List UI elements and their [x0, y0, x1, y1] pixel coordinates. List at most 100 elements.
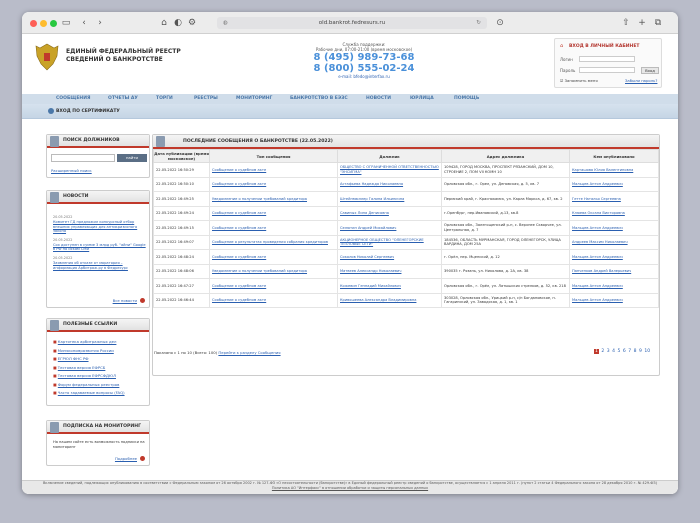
column-header: Должник [337, 149, 442, 163]
useful-link[interactable]: ■ ЕГРЮЛ ФНС РФ [53, 355, 125, 364]
site-header: ЕДИНЫЙ ФЕДЕРАЛЬНЫЙ РЕЕСТР СВЕДЕНИЙ О БАН… [22, 34, 678, 94]
nav-help[interactable]: ПОМОЩЬ [454, 94, 479, 104]
certificate-login-bar: ВХОД ПО СЕРТИФИКАТУ [22, 104, 678, 119]
close-window-button[interactable] [30, 20, 37, 27]
arrow-icon[interactable] [140, 456, 145, 461]
column-header: Дата публикации (время московское) [153, 149, 210, 163]
column-header: Тип сообщения [209, 149, 338, 163]
zoom-window-button[interactable] [50, 20, 57, 27]
search-panel: ПОИСК ДОЛЖНИКОВ найти Расширенный поиск [46, 134, 150, 178]
url-text: old.bankrot.fedresurs.ru [318, 20, 386, 26]
new-tab-icon[interactable]: + [636, 17, 648, 29]
login-input[interactable] [579, 56, 635, 62]
reload-icon[interactable]: ↻ [476, 17, 481, 29]
monitoring-title: ПОДПИСКА НА МОНИТОРИНГ [63, 424, 141, 429]
login-button[interactable]: Вход [641, 67, 659, 74]
table-row: 22.05.2022 16:49:15 Сообщение о судебном … [153, 220, 659, 236]
nav-bankruptcy-eaeu[interactable]: БАНКРОТСТВО В ЕЭЗС [290, 94, 348, 104]
certificate-login-link[interactable]: ВХОД ПО СЕРТИФИКАТУ [56, 104, 120, 119]
monitoring-panel: ПОДПИСКА НА МОНИТОРИНГ На нашем сайте ес… [46, 420, 150, 466]
nav-news[interactable]: НОВОСТИ [366, 94, 391, 104]
news-item[interactable]: Комитет ГД предложил конкурсный отбор вн… [53, 220, 147, 234]
page-link[interactable]: 10 [644, 349, 650, 354]
nav-reports[interactable]: ОТЧЕТЫ АУ [108, 94, 138, 104]
table-row: 22.05.2022 16:49:07 Сообщение о результат… [153, 234, 659, 250]
page-link[interactable]: 8 [634, 349, 637, 354]
all-news-link[interactable]: Все новости [113, 298, 137, 303]
site-title[interactable]: ЕДИНЫЙ ФЕДЕРАЛЬНЫЙ РЕЕСТР СВЕДЕНИЙ О БАН… [66, 48, 181, 64]
news-item[interactable]: Сох доступен в сумме 3 млрд руб. "айпи" … [53, 243, 147, 252]
login-title: ВХОД В ЛИЧНЫЙ КАБИНЕТ [569, 44, 640, 49]
minimize-window-button[interactable] [40, 20, 47, 27]
browser-window: ▭ ‹ › ⌂ ◐ ⚙ ◍ old.bankrot.fedresurs.ru ↻… [22, 12, 678, 494]
news-date: 20.05.2022 [53, 255, 73, 260]
page-link[interactable]: 9 [639, 349, 642, 354]
useful-link[interactable]: ■ Минэкономразвития России [53, 347, 125, 356]
news-date: 20.05.2022 [53, 237, 73, 242]
forgot-password-link[interactable]: Забыли пароль? [625, 78, 657, 83]
nav-trades[interactable]: ТОРГИ [156, 94, 173, 104]
useful-link[interactable]: ■ Тестовая версия ЕФРСБ [53, 364, 125, 373]
page-link[interactable]: 1 [594, 349, 599, 354]
back-icon[interactable]: ‹ [78, 17, 90, 29]
news-item[interactable]: Заявления об отказе от моратория – инфор… [53, 261, 147, 270]
news-date: 20.05.2022 [53, 215, 73, 219]
home-icon[interactable]: ⌂ [158, 17, 170, 29]
tab-overview-icon[interactable]: ⧉ [652, 17, 664, 29]
advanced-search-link[interactable]: Расширенный поиск [51, 168, 92, 173]
page-link[interactable]: 3 [607, 349, 610, 354]
nav-registries[interactable]: РЕЕСТРЫ [194, 94, 218, 104]
address-bar[interactable]: ◍ old.bankrot.fedresurs.ru ↻ [217, 17, 487, 29]
extension-icon[interactable]: ⊙ [494, 17, 506, 29]
page-link[interactable]: 4 [612, 349, 615, 354]
search-button[interactable]: найти [117, 154, 147, 162]
password-input[interactable] [579, 67, 635, 73]
useful-link[interactable]: ■ Картотека арбитражных дел [53, 338, 125, 347]
pagination: 1 2 3 4 5 6 7 8 9 10 [594, 349, 653, 354]
messages-icon [156, 136, 165, 147]
search-icon [50, 136, 59, 147]
table-row: 22.05.2022 16:48:06 Уведомление о получен… [153, 263, 659, 279]
share-icon[interactable]: ⇧ [620, 17, 632, 29]
table-row: 22.05.2022 16:47:27 Сообщение о судебном … [153, 278, 659, 294]
useful-links-panel: ПОЛЕЗНЫЕ ССЫЛКИ ■ Картотека арбитражных … [46, 318, 150, 406]
useful-link[interactable]: ■ Часто задаваемые вопросы (FAQ) [53, 389, 125, 398]
messages-title: ПОСЛЕДНИЕ СООБЩЕНИЯ О БАНКРОТСТВЕ (22.05… [183, 139, 333, 144]
messages-section-link[interactable]: Перейти к разделу Сообщения [218, 350, 280, 355]
table-row: 22.05.2022 16:48:24 Сообщение о судебном … [153, 249, 659, 265]
nav-legal-entities[interactable]: ЮРЛИЦА [410, 94, 434, 104]
home-small-icon: ⌂ [560, 43, 564, 49]
search-title: ПОИСК ДОЛЖНИКОВ [63, 138, 120, 143]
news-panel: НОВОСТИ 20.05.2022 Комитет ГД предложил … [46, 190, 150, 308]
nav-monitoring[interactable]: МОНИТОРИНГ [236, 94, 272, 104]
phone-secondary: 8 (800) 555-02-24 [313, 63, 415, 74]
table-row: 22.05.2022 16:49:24 Сообщение о судебном … [153, 205, 659, 221]
useful-link[interactable]: ■ Форум федеральных реестров [53, 381, 125, 390]
search-input[interactable] [51, 154, 115, 162]
page-link[interactable]: 2 [601, 349, 604, 354]
page: ЕДИНЫЙ ФЕДЕРАЛЬНЫЙ РЕЕСТР СВЕДЕНИЙ О БАН… [22, 34, 678, 494]
privacy-icon[interactable]: ◐ [172, 17, 184, 29]
page-link[interactable]: 7 [628, 349, 631, 354]
table-row: 22.05.2022 16:50:29 Сообщение о судебном … [153, 162, 659, 178]
remember-checkbox[interactable]: ☑ Запомнить меня [560, 78, 598, 83]
password-label: Пароль [560, 68, 576, 73]
news-title: НОВОСТИ [63, 194, 89, 199]
column-header: Кем опубликовано [569, 149, 659, 163]
sidebar-toggle-icon[interactable]: ▭ [60, 17, 72, 29]
coat-of-arms-icon[interactable] [34, 42, 60, 72]
support-contacts: Служба поддержки: Рабочие дни, 07:00-21:… [304, 42, 424, 80]
support-email-link[interactable]: e-mail: bfedo@interfax.ru [338, 74, 390, 79]
certificate-icon [48, 108, 54, 114]
page-link[interactable]: 6 [623, 349, 626, 354]
arrow-icon[interactable] [140, 298, 145, 303]
monitoring-more-link[interactable]: Подробнее [115, 456, 137, 461]
privacy-policy-link[interactable]: Политика АО "Интерфакс" в отношении обра… [22, 486, 678, 491]
page-link[interactable]: 5 [618, 349, 621, 354]
table-row: 22.05.2022 16:46:44 Сообщение о судебном … [153, 292, 659, 308]
settings-icon[interactable]: ⚙ [186, 17, 198, 29]
login-label: Логин [560, 57, 573, 62]
nav-messages[interactable]: СООБЩЕНИЯ [56, 94, 90, 104]
forward-icon[interactable]: › [94, 17, 106, 29]
useful-link[interactable]: ■ Тестовая версия ЕФРСФДЮЛ [53, 372, 125, 381]
